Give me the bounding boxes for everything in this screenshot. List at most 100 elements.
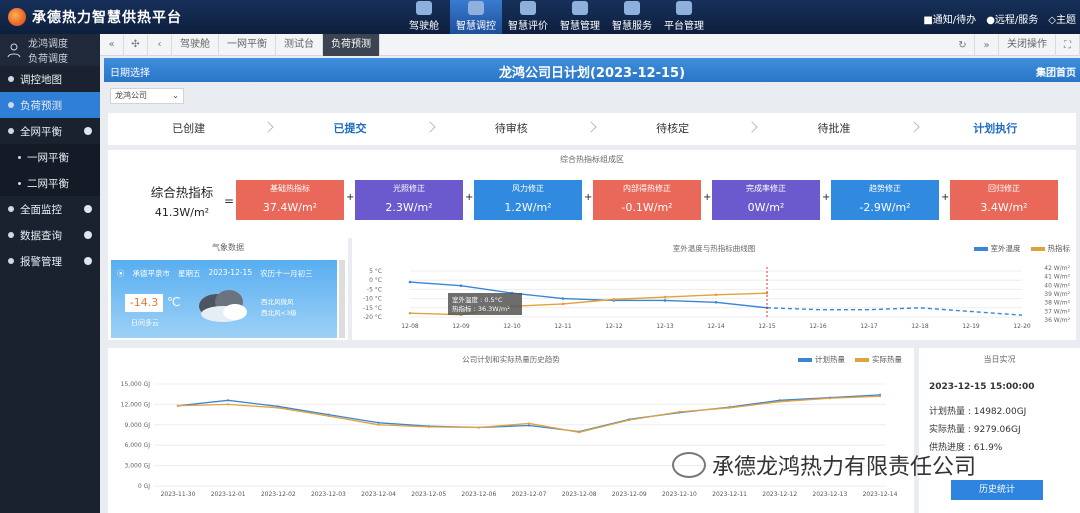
- composite-index-panel: 综合热指标组成区 综合热指标 41.3W/m² = 基础热指标 37.4W/m² +…: [108, 150, 1076, 238]
- card-name: 内部得热修正: [623, 184, 671, 193]
- user-panel[interactable]: 龙鸿调度 负荷调度: [0, 34, 100, 66]
- sidebar-item-4[interactable]: 二网平衡: [0, 170, 100, 196]
- refresh-icon[interactable]: ↻: [951, 34, 975, 56]
- nav-tab-3[interactable]: 智慧管理: [554, 0, 606, 34]
- card-value: 1.2W/m²: [504, 201, 552, 214]
- composite-total: 综合热指标 41.3W/m²: [132, 182, 232, 219]
- weather-scrollbar[interactable]: [339, 260, 345, 338]
- sidebar-item-label: 二网平衡: [27, 177, 69, 190]
- close-ops-button[interactable]: 关闭操作: [999, 34, 1056, 56]
- x-tick: 2023-12-13: [812, 491, 847, 498]
- sidebar-item-3[interactable]: 一网平衡: [0, 144, 100, 170]
- bullet-icon: [18, 155, 21, 159]
- wind-line-2: 西北风<3级: [261, 309, 297, 317]
- x-tick: 12-19: [962, 323, 980, 330]
- plan-heat-point: [527, 424, 531, 427]
- nav-tab-5[interactable]: 平台管理: [658, 0, 710, 34]
- x-tick: 2023-12-12: [762, 491, 797, 498]
- weather-card: ⦿ 承德平泉市 星期五 2023-12-15 农历十一月初三 -14.3 ℃ 日…: [111, 260, 345, 338]
- notice-link[interactable]: ■通知/待办: [923, 11, 976, 26]
- today-panel: 当日实况 2023-12-15 15:00:00 计划热量 : 14982.00…: [919, 348, 1080, 513]
- history-stats-button[interactable]: 历史统计: [951, 480, 1043, 500]
- nav-tab-label: 平台管理: [664, 21, 704, 32]
- y-tick: 15,000 GJ: [121, 381, 151, 388]
- page-tabs: 驾驶舱 一网平衡 测试台 负荷预测: [172, 33, 380, 56]
- page-tab-2[interactable]: 测试台: [276, 33, 323, 56]
- chevron-icon: [84, 127, 92, 135]
- cloud-icon: [199, 290, 247, 322]
- card-name: 回归修正: [988, 184, 1020, 193]
- remote-link[interactable]: ●远程/服务: [986, 11, 1038, 26]
- temperature-point: [408, 280, 412, 284]
- heat-index-point: [714, 293, 718, 297]
- actual-heat-point: [176, 404, 180, 407]
- nav-tab-1[interactable]: 智慧调控: [450, 0, 502, 34]
- collapse-left-icon[interactable]: «: [100, 33, 124, 56]
- today-title: 当日实况: [983, 355, 1016, 364]
- actual-heat-point: [828, 397, 831, 400]
- sidebar-item-6[interactable]: 数据查询: [0, 222, 100, 248]
- page-tab-1[interactable]: 一网平衡: [219, 33, 276, 56]
- x-tick: 2023-12-11: [712, 491, 747, 498]
- main-nav: 驾驶舱 智慧调控 智慧评价 智慧管理 智慧服务 平台管理: [398, 0, 710, 34]
- sidebar-item-label: 一网平衡: [27, 151, 69, 164]
- menu-item-icon: [8, 102, 14, 108]
- sidebar-item-5[interactable]: 全面监控: [0, 196, 100, 222]
- actual-heat-point: [227, 403, 230, 406]
- y-tick: 0 GJ: [138, 483, 150, 490]
- workflow-step-5: 计划执行: [915, 113, 1076, 145]
- wechat-icon: [672, 452, 706, 478]
- x-tick: 2023-12-04: [361, 491, 396, 498]
- scroll-right-icon[interactable]: »: [975, 34, 999, 56]
- nav-tab-4[interactable]: 智慧服务: [606, 0, 658, 34]
- nav-tab-0[interactable]: 驾驶舱: [398, 0, 450, 34]
- step-label: 计划执行: [973, 122, 1018, 135]
- company-select[interactable]: 龙鸿公司 ⌄: [110, 88, 184, 104]
- workflow-step-1: 已提交: [269, 113, 436, 145]
- page-tab-3[interactable]: 负荷预测: [323, 33, 380, 56]
- y-right-tick: 41 W/m²: [1044, 274, 1070, 281]
- plus-sign: +: [941, 192, 950, 203]
- x-tick: 12-20: [1013, 323, 1031, 330]
- x-tick: 12-09: [452, 323, 470, 330]
- card-value: 3.4W/m²: [980, 201, 1028, 214]
- sidebar-item-0[interactable]: 调控地图: [0, 66, 100, 92]
- chevron-icon: [84, 257, 92, 265]
- total-label: 综合热指标: [150, 185, 214, 200]
- weather-title: 气象数据: [212, 243, 244, 252]
- card-name: 风力修正: [512, 184, 544, 193]
- chevron-icon: [84, 231, 92, 239]
- sidebar-item-label: 报警管理: [20, 255, 62, 268]
- scroll-left-icon[interactable]: ‹: [148, 33, 172, 56]
- weather-location: 承德平泉市: [132, 269, 171, 278]
- nav-tab-2[interactable]: 智慧评价: [502, 0, 554, 34]
- page-tab-0[interactable]: 驾驶舱: [172, 33, 219, 56]
- step-label: 已提交: [333, 122, 367, 135]
- plus-sign: +: [584, 192, 593, 203]
- plus-sign: +: [465, 192, 474, 203]
- manage-icon: [572, 1, 588, 15]
- actual-heat-point: [628, 418, 631, 422]
- y-tick: 12,000 GJ: [121, 401, 151, 408]
- temperature-point: [561, 297, 565, 300]
- sidebar-item-2[interactable]: 全网平衡: [0, 118, 100, 144]
- y-right-tick: 38 W/m²: [1044, 300, 1070, 307]
- fullscreen-icon[interactable]: ⛶: [1056, 34, 1080, 56]
- evaluate-icon: [520, 1, 536, 15]
- sidebar-item-7[interactable]: 报警管理: [0, 248, 100, 274]
- heat-index-point: [408, 311, 412, 315]
- index-card-6: 回归修正 3.4W/m²: [950, 180, 1058, 220]
- y-left-tick: -10 °C: [363, 296, 382, 303]
- card-name: 趋势修正: [869, 184, 901, 193]
- platform-icon: [676, 1, 692, 15]
- y-right-tick: 36 W/m²: [1044, 317, 1070, 324]
- y-right-tick: 37 W/m²: [1044, 308, 1070, 315]
- user-name: 龙鸿调度: [28, 39, 68, 50]
- theme-link[interactable]: ◇主题: [1048, 11, 1076, 26]
- weather-date: 2023-12-15: [208, 268, 253, 277]
- menu-item-icon: [8, 206, 14, 212]
- watermark: 承德龙鸿热力有限责任公司: [672, 449, 976, 481]
- group-home-link[interactable]: 集团首页: [1036, 64, 1076, 79]
- move-icon[interactable]: ✣: [124, 33, 148, 56]
- sidebar-item-1[interactable]: 负荷预测: [0, 92, 100, 118]
